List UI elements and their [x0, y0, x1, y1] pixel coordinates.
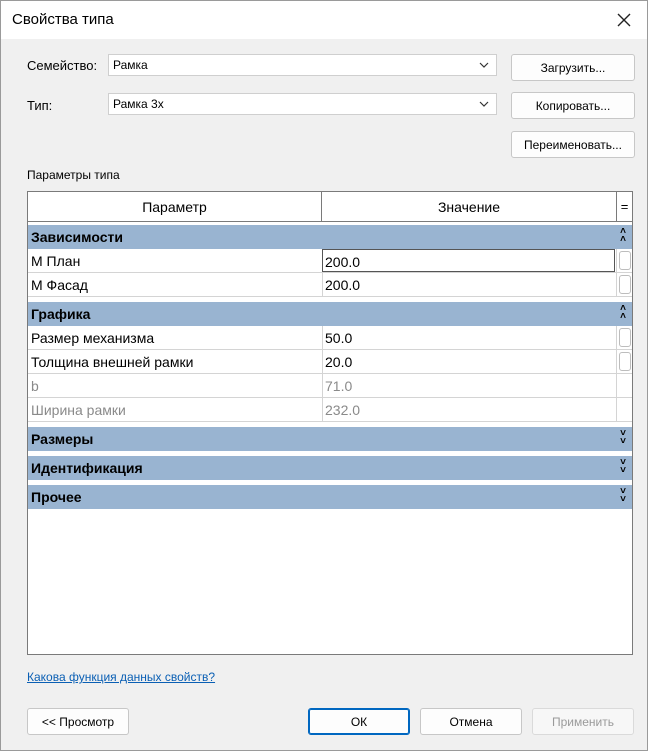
- column-header-formula[interactable]: =: [617, 192, 632, 221]
- group-label: Прочее: [31, 489, 82, 505]
- type-dropdown[interactable]: Рамка 3x: [108, 93, 497, 115]
- param-value-field[interactable]: 200.0: [322, 249, 615, 272]
- group-label: Зависимости: [31, 229, 123, 245]
- table-row: Толщина внешней рамки 20.0: [28, 350, 632, 374]
- cancel-button[interactable]: Отмена: [420, 708, 522, 735]
- table-row: b 71.0: [28, 374, 632, 398]
- double-chevron-down-icon[interactable]: ˅ ˅: [620, 487, 626, 505]
- param-name: Толщина внешней рамки: [31, 354, 194, 370]
- copy-button[interactable]: Копировать...: [511, 92, 635, 119]
- param-edit-cell[interactable]: [616, 273, 632, 296]
- param-name: М Фасад: [31, 277, 88, 293]
- title-bar: Свойства типа: [1, 1, 647, 39]
- rename-button[interactable]: Переименовать...: [511, 131, 635, 158]
- family-value: Рамка: [113, 58, 148, 72]
- associate-parameter-button[interactable]: [619, 352, 631, 371]
- type-label: Тип:: [27, 98, 53, 113]
- chevron-down-icon: [479, 101, 489, 107]
- load-button[interactable]: Загрузить...: [511, 54, 635, 81]
- param-value-field[interactable]: 20.0: [322, 350, 615, 373]
- apply-button[interactable]: Применить: [532, 708, 634, 735]
- parameters-grid[interactable]: Параметр Значение = Зависимости ˄ ˄ М Пла…: [27, 191, 633, 655]
- param-edit-cell[interactable]: [616, 249, 632, 272]
- table-row: Размер механизма 50.0: [28, 326, 632, 350]
- param-edit-cell[interactable]: [616, 326, 632, 349]
- type-properties-dialog: Свойства типа Семейство: Рамка Загрузить…: [0, 0, 648, 751]
- associate-parameter-button[interactable]: [619, 275, 631, 294]
- chevron-down-icon: [479, 62, 489, 68]
- grid-header: Параметр Значение =: [28, 192, 632, 222]
- group-label: Графика: [31, 306, 91, 322]
- param-value-field[interactable]: 200.0: [322, 273, 615, 296]
- param-value-readonly: 232.0: [322, 398, 615, 421]
- close-icon: [617, 13, 631, 27]
- table-row: Ширина рамки 232.0: [28, 398, 632, 422]
- param-name: М План: [31, 253, 81, 269]
- param-name: Размер механизма: [31, 330, 155, 346]
- group-dimensions[interactable]: Размеры ˅ ˅: [28, 427, 632, 451]
- associate-parameter-button[interactable]: [619, 251, 631, 270]
- help-link[interactable]: Какова функция данных свойств?: [27, 670, 215, 684]
- group-label: Идентификация: [31, 460, 143, 476]
- preview-button[interactable]: << Просмотр: [27, 708, 129, 735]
- type-parameters-label: Параметры типа: [27, 168, 120, 182]
- group-label: Размеры: [31, 431, 94, 447]
- param-value-field[interactable]: 50.0: [322, 326, 615, 349]
- double-chevron-down-icon[interactable]: ˅ ˅: [620, 429, 626, 447]
- param-name: Ширина рамки: [31, 402, 126, 418]
- family-label: Семейство:: [27, 58, 98, 73]
- param-value-readonly: 71.0: [322, 374, 615, 397]
- group-constraints[interactable]: Зависимости ˄ ˄: [28, 225, 632, 249]
- table-row: М План 200.0: [28, 249, 632, 273]
- double-chevron-up-icon[interactable]: ˄ ˄: [620, 227, 626, 245]
- column-header-value[interactable]: Значение: [322, 192, 617, 221]
- family-dropdown[interactable]: Рамка: [108, 54, 497, 76]
- param-name: b: [31, 378, 39, 394]
- close-button[interactable]: [611, 7, 637, 33]
- window-title: Свойства типа: [12, 11, 114, 28]
- group-graphics[interactable]: Графика ˄ ˄: [28, 302, 632, 326]
- double-chevron-up-icon[interactable]: ˄ ˄: [620, 304, 626, 322]
- table-row: М Фасад 200.0: [28, 273, 632, 297]
- group-identity[interactable]: Идентификация ˅ ˅: [28, 456, 632, 480]
- group-other[interactable]: Прочее ˅ ˅: [28, 485, 632, 509]
- param-edit-cell[interactable]: [616, 350, 632, 373]
- associate-parameter-button[interactable]: [619, 328, 631, 347]
- param-edit-cell: [616, 398, 632, 421]
- type-value: Рамка 3x: [113, 97, 164, 111]
- ok-button[interactable]: ОК: [308, 708, 410, 735]
- column-header-parameter[interactable]: Параметр: [28, 192, 322, 221]
- param-edit-cell: [616, 374, 632, 397]
- double-chevron-down-icon[interactable]: ˅ ˅: [620, 458, 626, 476]
